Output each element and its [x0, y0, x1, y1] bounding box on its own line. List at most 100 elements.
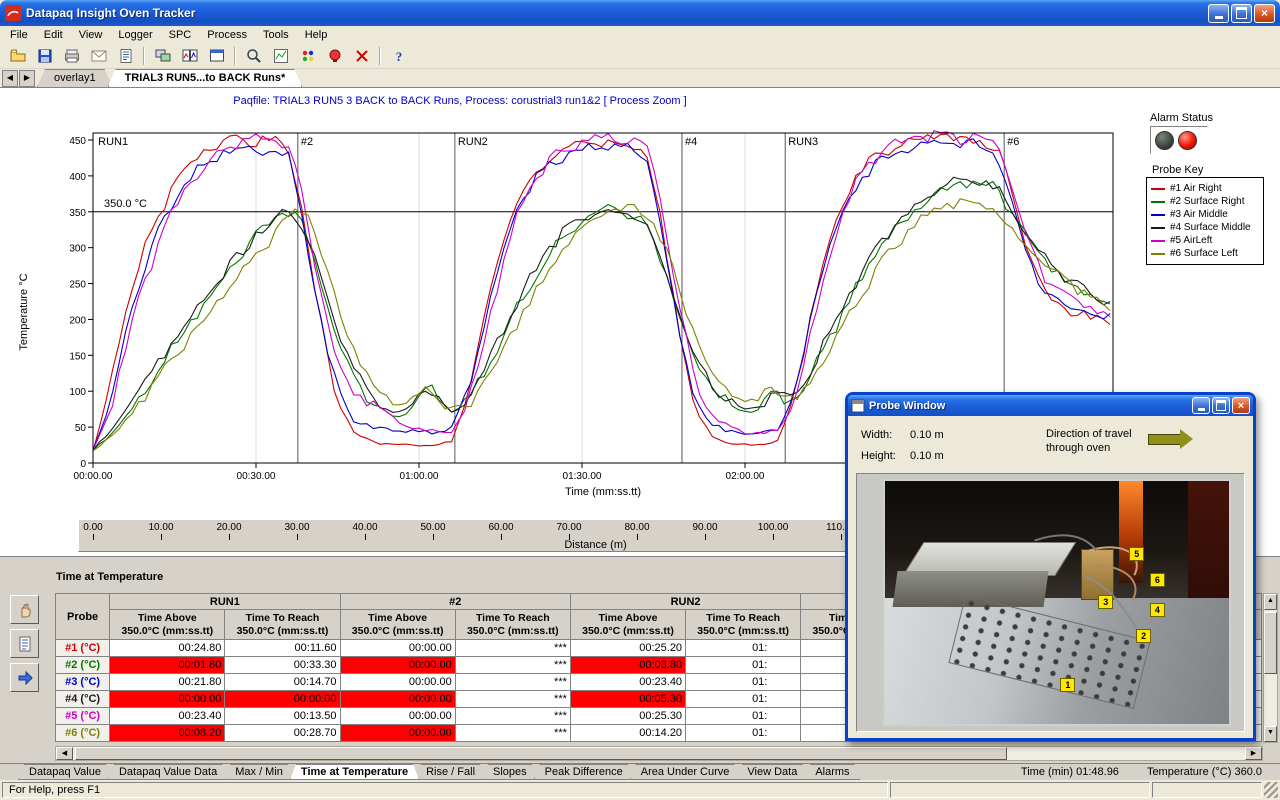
document-tab-active[interactable]: TRIAL3 RUN5...to BACK Runs* — [108, 69, 303, 87]
probe-color-swatch — [1151, 214, 1165, 216]
report-view-button[interactable] — [10, 629, 39, 658]
resize-grip[interactable] — [1264, 782, 1278, 798]
paqfile-title: Paqfile: TRIAL3 RUN5 3 BACK to BACK Runs… — [60, 95, 860, 107]
ruler-tick-label: 60.00 — [488, 522, 513, 533]
vscroll-thumb[interactable] — [1264, 612, 1277, 674]
group-header-2: #2 — [340, 594, 570, 610]
probe-key-entry[interactable]: #1 Air Right — [1147, 182, 1263, 195]
hscroll-thumb[interactable] — [75, 747, 1007, 760]
analysis-tab-time-at-temperature[interactable]: Time at Temperature — [290, 764, 419, 780]
probe-key-entry-label: #1 Air Right — [1170, 183, 1222, 194]
alarm-button[interactable] — [321, 44, 348, 68]
maximize-button[interactable] — [1231, 4, 1252, 23]
menu-file[interactable]: File — [2, 27, 36, 43]
export-button[interactable] — [10, 663, 39, 692]
probe-window-body: Width: 0.10 m Height: 0.10 m Direction o… — [848, 416, 1253, 738]
menu-tools[interactable]: Tools — [255, 27, 297, 43]
ruler-tick-label: 90.00 — [692, 522, 717, 533]
probe-window-title-bar[interactable]: Probe Window × — [848, 395, 1253, 416]
probe-row-label: #2 (°C) — [56, 657, 110, 674]
scroll-down-icon[interactable]: ▼ — [1264, 726, 1277, 742]
value-cell: 00:01.80 — [110, 657, 225, 674]
probe-key-entry[interactable]: #5 AirLeft — [1147, 234, 1263, 247]
probe-window[interactable]: Probe Window × Width: 0.10 m Height: 0.1… — [845, 392, 1256, 741]
probe-key-entry[interactable]: #6 Surface Left — [1147, 247, 1263, 260]
probe-window-maximize-button[interactable] — [1212, 397, 1230, 414]
value-cell: *** — [455, 725, 570, 742]
toolbar: ? — [0, 44, 1280, 69]
report-button[interactable] — [112, 44, 139, 68]
menu-process[interactable]: Process — [199, 27, 255, 43]
email-button[interactable] — [85, 44, 112, 68]
analysis-tab-datapaq-value[interactable]: Datapaq Value — [18, 764, 112, 780]
help-button[interactable]: ? — [385, 44, 412, 68]
tab-scroll-left-button[interactable]: ◀ — [2, 70, 18, 87]
scroll-up-icon[interactable]: ▲ — [1264, 594, 1277, 610]
alarm-status-label: Alarm Status — [1150, 112, 1213, 124]
analysis-tab-alarms[interactable]: Alarms — [804, 764, 860, 780]
svg-text:300: 300 — [69, 244, 86, 255]
analysis-tab-peak-difference[interactable]: Peak Difference — [534, 764, 634, 780]
window-title: Datapaq Insight Oven Tracker — [26, 6, 1206, 20]
window-layout-button[interactable] — [203, 44, 230, 68]
menu-spc[interactable]: SPC — [161, 27, 200, 43]
tab-scroll-right-button[interactable]: ▶ — [19, 70, 35, 87]
print-button[interactable] — [58, 44, 85, 68]
ruler-tick-mark — [569, 534, 570, 540]
svg-text:#4: #4 — [685, 136, 697, 148]
subheader-time-to-reach: Time To Reach350.0°C (mm:ss.tt) — [686, 610, 801, 640]
probe-key-entry[interactable]: #3 Air Middle — [1147, 208, 1263, 221]
analysis-tab-max-min[interactable]: Max / Min — [224, 764, 294, 780]
paq-compare-button[interactable] — [176, 44, 203, 68]
svg-text:00:00.00: 00:00.00 — [74, 471, 113, 482]
scroll-right-icon[interactable]: ▶ — [1245, 747, 1262, 760]
document-tab-bar: ◀ ▶ overlay1TRIAL3 RUN5...to BACK Runs* — [0, 69, 1280, 88]
save-button[interactable] — [31, 44, 58, 68]
document-tab[interactable]: overlay1 — [37, 69, 113, 87]
menu-help[interactable]: Help — [297, 27, 336, 43]
pan-button[interactable] — [10, 595, 39, 624]
value-cell: 01: — [686, 640, 801, 657]
status-bar: For Help, press F1 — [0, 780, 1280, 800]
svg-text:350: 350 — [69, 208, 86, 219]
probe-key-entry[interactable]: #2 Surface Right — [1147, 195, 1263, 208]
analysis-tab-area-under-curve[interactable]: Area Under Curve — [630, 764, 741, 780]
ruler-tick-label: 20.00 — [216, 522, 241, 533]
analysis-tab-view-data[interactable]: View Data — [736, 764, 808, 780]
menu-logger[interactable]: Logger — [110, 27, 160, 43]
ruler-tick-mark — [161, 534, 162, 540]
svg-text:Temperature °C: Temperature °C — [18, 273, 30, 350]
analysis-tab-slopes[interactable]: Slopes — [482, 764, 538, 780]
analysis-title: Time at Temperature — [56, 571, 163, 583]
svg-text:00:30.00: 00:30.00 — [237, 471, 276, 482]
minimize-button[interactable] — [1208, 4, 1229, 23]
probe-window-title: Probe Window — [869, 400, 1190, 412]
process-button[interactable] — [348, 44, 375, 68]
document-icon — [16, 635, 34, 653]
ruler-tick-mark — [501, 534, 502, 540]
palette-button[interactable] — [294, 44, 321, 68]
ruler-tick-label: 70.00 — [556, 522, 581, 533]
scroll-left-icon[interactable]: ◀ — [56, 747, 73, 760]
value-cell: 00:00.00 — [340, 657, 455, 674]
zoom-button[interactable] — [240, 44, 267, 68]
table-horizontal-scrollbar[interactable]: ◀ ▶ — [55, 746, 1263, 761]
svg-text:?: ? — [395, 49, 402, 64]
title-bar[interactable]: Datapaq Insight Oven Tracker × — [0, 0, 1280, 26]
overlay-button[interactable] — [149, 44, 176, 68]
analysis-tab-datapaq-value-data[interactable]: Datapaq Value Data — [108, 764, 228, 780]
toolbar-separator — [143, 47, 145, 65]
table-vertical-scrollbar[interactable]: ▲ ▼ — [1263, 593, 1278, 743]
probe-window-minimize-button[interactable] — [1192, 397, 1210, 414]
close-button[interactable]: × — [1254, 4, 1275, 23]
ruler-tick-mark — [93, 534, 94, 540]
value-cell: *** — [455, 674, 570, 691]
analysis-tab-rise-fall[interactable]: Rise / Fall — [415, 764, 486, 780]
value-cell: 01: — [686, 657, 801, 674]
open-button[interactable] — [4, 44, 31, 68]
probe-key-entry[interactable]: #4 Surface Middle — [1147, 221, 1263, 234]
chart-edit-button[interactable] — [267, 44, 294, 68]
probe-window-close-button[interactable]: × — [1232, 397, 1250, 414]
menu-edit[interactable]: Edit — [36, 27, 71, 43]
menu-view[interactable]: View — [71, 27, 111, 43]
